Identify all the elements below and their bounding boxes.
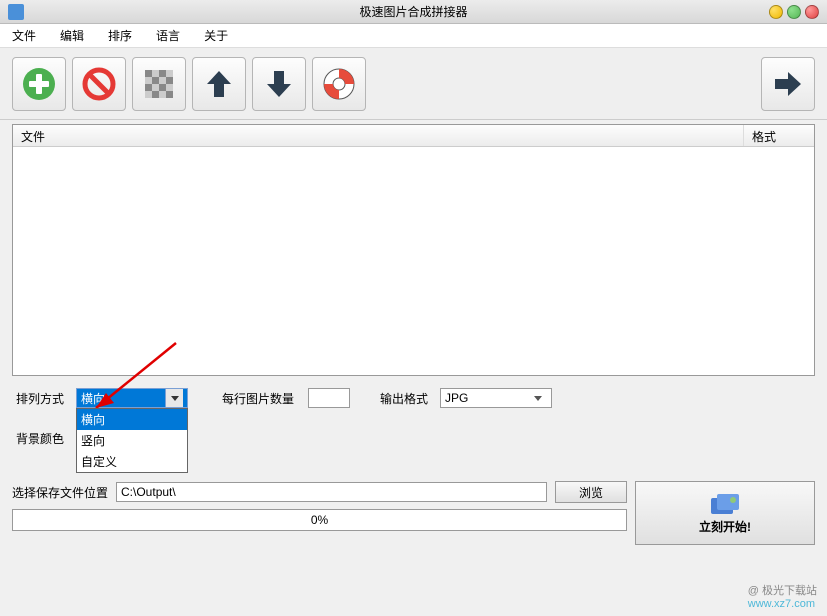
images-icon xyxy=(709,492,741,516)
menu-file[interactable]: 文件 xyxy=(8,25,40,46)
move-up-button[interactable] xyxy=(192,57,246,111)
arrange-option-horizontal[interactable]: 横向 xyxy=(77,409,187,430)
add-button[interactable] xyxy=(12,57,66,111)
arrange-option-vertical[interactable]: 竖向 xyxy=(77,430,187,451)
app-icon xyxy=(8,4,24,20)
lifebuoy-icon xyxy=(321,66,357,102)
remove-button[interactable] xyxy=(72,57,126,111)
menu-sort[interactable]: 排序 xyxy=(104,25,136,46)
menu-edit[interactable]: 编辑 xyxy=(56,25,88,46)
watermark-text: @ 极光下载站 xyxy=(748,582,817,598)
checkerboard-icon xyxy=(141,66,177,102)
start-button-label: 立刻开始! xyxy=(699,518,751,535)
options-panel: 排列方式 横向 横向 竖向 自定义 每行图片数量 输出格式 JPG xyxy=(0,380,827,477)
output-format-value: JPG xyxy=(445,391,468,405)
arrow-right-icon xyxy=(770,66,806,102)
maximize-button[interactable] xyxy=(787,5,801,19)
menu-language[interactable]: 语言 xyxy=(152,25,184,46)
window-controls xyxy=(769,5,819,19)
move-down-button[interactable] xyxy=(252,57,306,111)
watermark-url: www.xz7.com xyxy=(748,598,817,610)
title-bar: 极速图片合成拼接器 xyxy=(0,0,827,24)
arrange-options-list: 横向 竖向 自定义 xyxy=(76,408,188,473)
close-button[interactable] xyxy=(805,5,819,19)
output-format-select[interactable]: JPG xyxy=(440,388,552,408)
column-file[interactable]: 文件 xyxy=(13,125,744,146)
per-row-label: 每行图片数量 xyxy=(222,390,300,407)
save-path-input[interactable] xyxy=(116,482,547,502)
output-format-label: 输出格式 xyxy=(380,390,432,407)
file-list: 文件 格式 xyxy=(12,124,815,376)
progress-bar: 0% xyxy=(12,509,627,531)
file-list-header: 文件 格式 xyxy=(13,125,814,147)
column-format[interactable]: 格式 xyxy=(744,125,814,146)
minimize-button[interactable] xyxy=(769,5,783,19)
browse-button[interactable]: 浏览 xyxy=(555,481,627,503)
bottom-panel: 选择保存文件位置 浏览 0% 立刻开始! xyxy=(0,477,827,557)
plus-icon xyxy=(21,66,57,102)
progress-text: 0% xyxy=(311,513,328,527)
save-location-label: 选择保存文件位置 xyxy=(12,484,108,501)
forbidden-icon xyxy=(81,66,117,102)
arrow-up-icon xyxy=(201,66,237,102)
arrange-selected: 横向 xyxy=(81,390,105,407)
help-button[interactable] xyxy=(312,57,366,111)
menu-bar: 文件 编辑 排序 语言 关于 xyxy=(0,24,827,48)
arrange-option-custom[interactable]: 自定义 xyxy=(77,451,187,472)
start-button[interactable]: 立刻开始! xyxy=(635,481,815,545)
per-row-input[interactable] xyxy=(308,388,350,408)
next-button[interactable] xyxy=(761,57,815,111)
arrow-down-icon xyxy=(261,66,297,102)
file-list-body[interactable] xyxy=(13,147,814,375)
chevron-down-icon xyxy=(165,389,183,407)
toolbar xyxy=(0,48,827,120)
transparency-button[interactable] xyxy=(132,57,186,111)
arrange-label: 排列方式 xyxy=(16,390,68,407)
chevron-down-icon xyxy=(529,389,547,407)
window-title: 极速图片合成拼接器 xyxy=(359,3,467,20)
arrange-dropdown[interactable]: 横向 横向 竖向 自定义 xyxy=(76,388,188,408)
menu-about[interactable]: 关于 xyxy=(200,25,232,46)
bg-color-label: 背景颜色 xyxy=(16,430,68,447)
watermark: @ 极光下载站 www.xz7.com xyxy=(748,582,817,610)
